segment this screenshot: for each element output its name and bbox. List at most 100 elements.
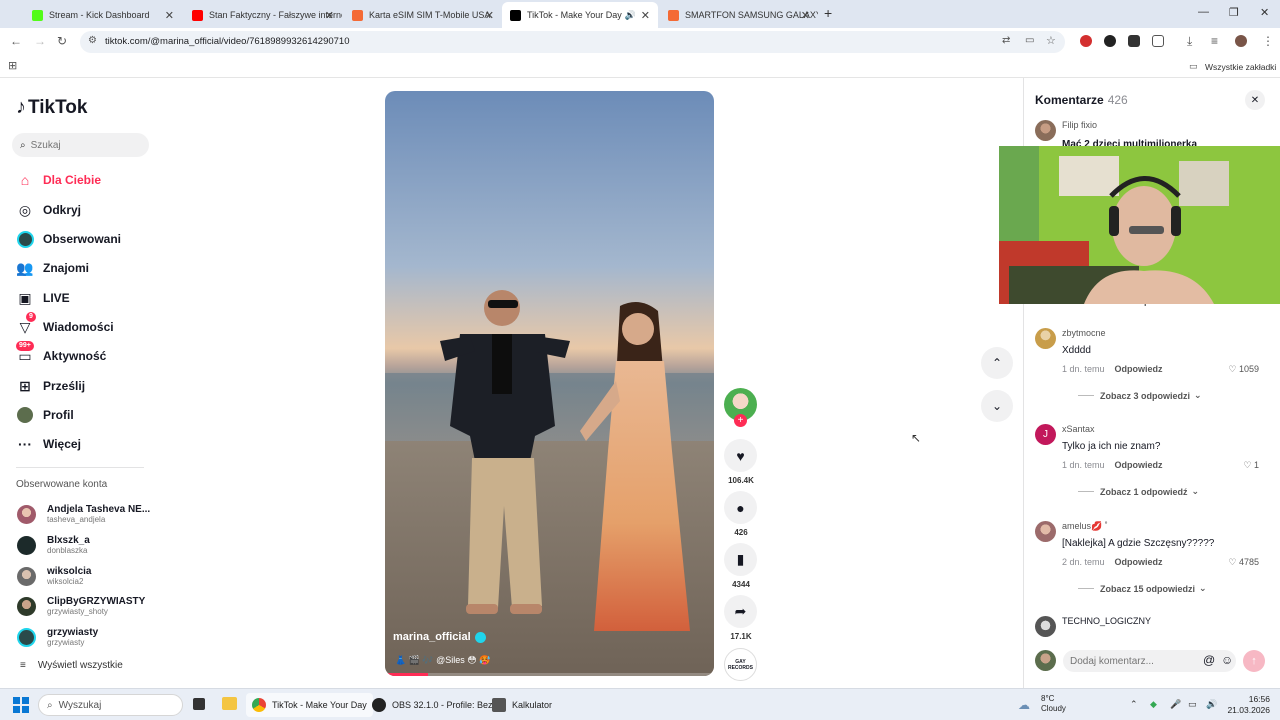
avatar[interactable] <box>1035 120 1056 141</box>
nav-profile[interactable]: Profil <box>16 403 156 427</box>
next-video-button[interactable]: ⌄ <box>981 390 1013 422</box>
followed-account[interactable]: wiksolcia wiksolcia2 <box>17 564 157 588</box>
back-arrow-icon[interactable]: ← <box>10 34 22 48</box>
tab-esim[interactable]: Karta eSIM SIM T-Mobile USA ✕ <box>344 2 502 28</box>
profile-avatar-icon[interactable] <box>1235 35 1247 47</box>
comment-username[interactable]: xSantax <box>1062 424 1095 434</box>
comment-button[interactable]: ● <box>724 491 757 524</box>
followed-account[interactable]: Blxszk_a donblaszka <box>17 533 157 557</box>
tab-samsung[interactable]: SMARTFON SAMSUNG GALAXY ✕ <box>660 2 818 28</box>
bookmark-star-icon[interactable]: ☆ <box>1046 34 1056 47</box>
omnibox[interactable]: ⚙ tiktok.com/@marina_official/video/7618… <box>80 31 1065 53</box>
reading-list-icon[interactable]: ≡ <box>1211 34 1218 48</box>
cast-icon[interactable]: ▭ <box>1025 35 1034 46</box>
followed-account[interactable]: grzywiasty grzywiasty <box>17 625 157 649</box>
browser-menu-icon[interactable]: ⋮ <box>1262 34 1274 48</box>
nav-explore[interactable]: ◎ Odkryj <box>16 198 156 222</box>
avatar[interactable] <box>1035 521 1056 542</box>
view-replies-button[interactable]: Zobacz 1 odpowiedź ⌄ <box>1078 486 1199 497</box>
nav-live[interactable]: ▣ LIVE <box>16 286 156 310</box>
nav-messages[interactable]: ▽ 9 Wiadomości <box>16 312 156 339</box>
comment-username[interactable]: amelus💋 ˚ <box>1062 521 1108 532</box>
taskbar-app-obs[interactable]: OBS 32.1.0 - Profile: Bez <box>366 693 499 717</box>
like-button[interactable]: ♥ <box>724 439 757 472</box>
avatar[interactable]: J <box>1035 424 1056 445</box>
apps-grid-icon[interactable]: ⊞ <box>8 59 17 72</box>
video-author[interactable]: marina_official <box>393 631 486 643</box>
nav-friends[interactable]: 👥 Znajomi <box>16 256 156 280</box>
nav-activity[interactable]: ▭ 99+ Aktywność <box>16 341 156 368</box>
close-tab-icon[interactable]: ✕ <box>165 9 174 22</box>
video-player[interactable]: marina_official 👗 🎬 🎶 @Siles 😳 🥵 <box>385 91 714 676</box>
maximize-icon[interactable]: ❐ <box>1229 6 1239 19</box>
volume-icon[interactable]: 🔊 <box>1206 699 1217 710</box>
followed-account[interactable]: Andjela Tasheva NE... tasheva_andjela <box>17 502 157 526</box>
network-icon[interactable]: ▭ <box>1188 699 1197 710</box>
close-tab-icon[interactable]: ✕ <box>325 9 334 22</box>
tab-kick[interactable]: Stream - Kick Dashboard ✕ <box>24 2 182 28</box>
weather-widget[interactable]: 8°C Cloudy <box>1041 694 1066 714</box>
all-bookmarks-link[interactable]: Wszystkie zakładki <box>1205 62 1276 72</box>
search-input[interactable] <box>30 139 131 151</box>
tab-youtube[interactable]: Stan Faktyczny - Fałszywe internetowe ✕ <box>184 2 342 28</box>
microphone-icon[interactable]: 🎤 <box>1170 699 1181 710</box>
mention-icon[interactable]: @ <box>1203 653 1215 667</box>
share-button[interactable]: ➦ <box>724 595 757 628</box>
comment-like-button[interactable]: ♡ 1059 <box>1228 364 1259 375</box>
tray-chevron-icon[interactable]: ⌃ <box>1130 699 1138 710</box>
url-text[interactable]: tiktok.com/@marina_official/video/761898… <box>105 36 350 47</box>
site-info-icon[interactable]: ⚙ <box>88 35 97 46</box>
comment-username[interactable]: Filip fixio <box>1062 120 1097 130</box>
window-close-icon[interactable]: ✕ <box>1260 6 1269 19</box>
comment-username[interactable]: TECHNO_LOGICZNY <box>1062 616 1151 626</box>
reply-button[interactable]: Odpowiedz <box>1115 364 1163 374</box>
video-progress-bar[interactable] <box>385 673 714 676</box>
avatar[interactable] <box>1035 616 1056 637</box>
reload-icon[interactable]: ↻ <box>57 34 67 48</box>
new-tab-button[interactable]: + <box>824 5 832 21</box>
taskbar-search[interactable]: ⌕ Wyszukaj <box>38 694 183 716</box>
close-tab-icon[interactable]: ✕ <box>641 9 650 22</box>
sound-disc-button[interactable]: GAY RECORDS <box>724 648 757 681</box>
taskbar-app-calculator[interactable]: Kalkulator <box>486 693 558 717</box>
reply-button[interactable]: Odpowiedz <box>1115 557 1163 567</box>
tiktok-logo[interactable]: ♪ TikTok <box>16 96 87 119</box>
close-tab-icon[interactable]: ✕ <box>485 9 494 22</box>
nav-following[interactable]: Obserwowani <box>16 227 156 251</box>
tab-tiktok[interactable]: TikTok - Make Your Day 🔊 ✕ <box>502 2 658 28</box>
video-caption[interactable]: 👗 🎬 🎶 @Siles 😳 🥵 <box>395 655 490 666</box>
minimize-icon[interactable]: — <box>1198 6 1209 18</box>
nav-upload[interactable]: ⊞ Prześlij <box>16 374 156 398</box>
taskbar-app-chrome[interactable]: TikTok - Make Your Day <box>246 693 373 717</box>
close-comments-button[interactable]: ✕ <box>1245 90 1265 110</box>
search-bar[interactable]: ⌕ <box>12 133 149 157</box>
extensions-puzzle-icon[interactable] <box>1152 35 1164 47</box>
forward-arrow-icon[interactable]: → <box>34 34 46 48</box>
follow-plus-icon[interactable]: + <box>734 414 747 427</box>
avatar[interactable] <box>1035 328 1056 349</box>
post-comment-button[interactable]: ↑ <box>1243 650 1265 672</box>
extension-opera-icon[interactable] <box>1080 35 1092 47</box>
nav-for-you[interactable]: ⌂ Dla Ciebie <box>16 168 156 192</box>
emoji-icon[interactable]: ☺ <box>1221 653 1233 667</box>
comment-like-button[interactable]: ♡ 4785 <box>1228 557 1259 568</box>
view-replies-button[interactable]: Zobacz 3 odpowiedzi ⌄ <box>1078 390 1202 401</box>
previous-video-button[interactable]: ⌃ <box>981 347 1013 379</box>
reply-button[interactable]: Odpowiedz <box>1115 460 1163 470</box>
nav-more[interactable]: ··· Więcej <box>16 432 156 456</box>
view-replies-button[interactable]: Zobacz 15 odpowiedzi ⌄ <box>1078 583 1207 594</box>
system-clock[interactable]: 16:56 21.03.2026 <box>1218 694 1270 716</box>
see-all-accounts-link[interactable]: ≡ Wyświetl wszystkie <box>20 660 123 671</box>
audio-playing-icon[interactable]: 🔊 <box>625 10 636 21</box>
translate-icon[interactable]: ⇄ <box>1002 35 1010 46</box>
extension-icon[interactable] <box>1104 35 1116 47</box>
tray-shield-icon[interactable]: ◆ <box>1150 699 1157 710</box>
close-tab-icon[interactable]: ✕ <box>801 9 810 22</box>
task-view-icon[interactable] <box>193 698 205 710</box>
extension-icon[interactable] <box>1128 35 1140 47</box>
file-explorer-icon[interactable] <box>222 697 237 710</box>
comment-username[interactable]: zbytmocne <box>1062 328 1106 338</box>
comment-like-button[interactable]: ♡ 1 <box>1243 460 1259 471</box>
followed-account[interactable]: ClipByGRZYWIASTY grzywiasty_shoty <box>17 594 157 618</box>
save-button[interactable]: ▮ <box>724 543 757 576</box>
